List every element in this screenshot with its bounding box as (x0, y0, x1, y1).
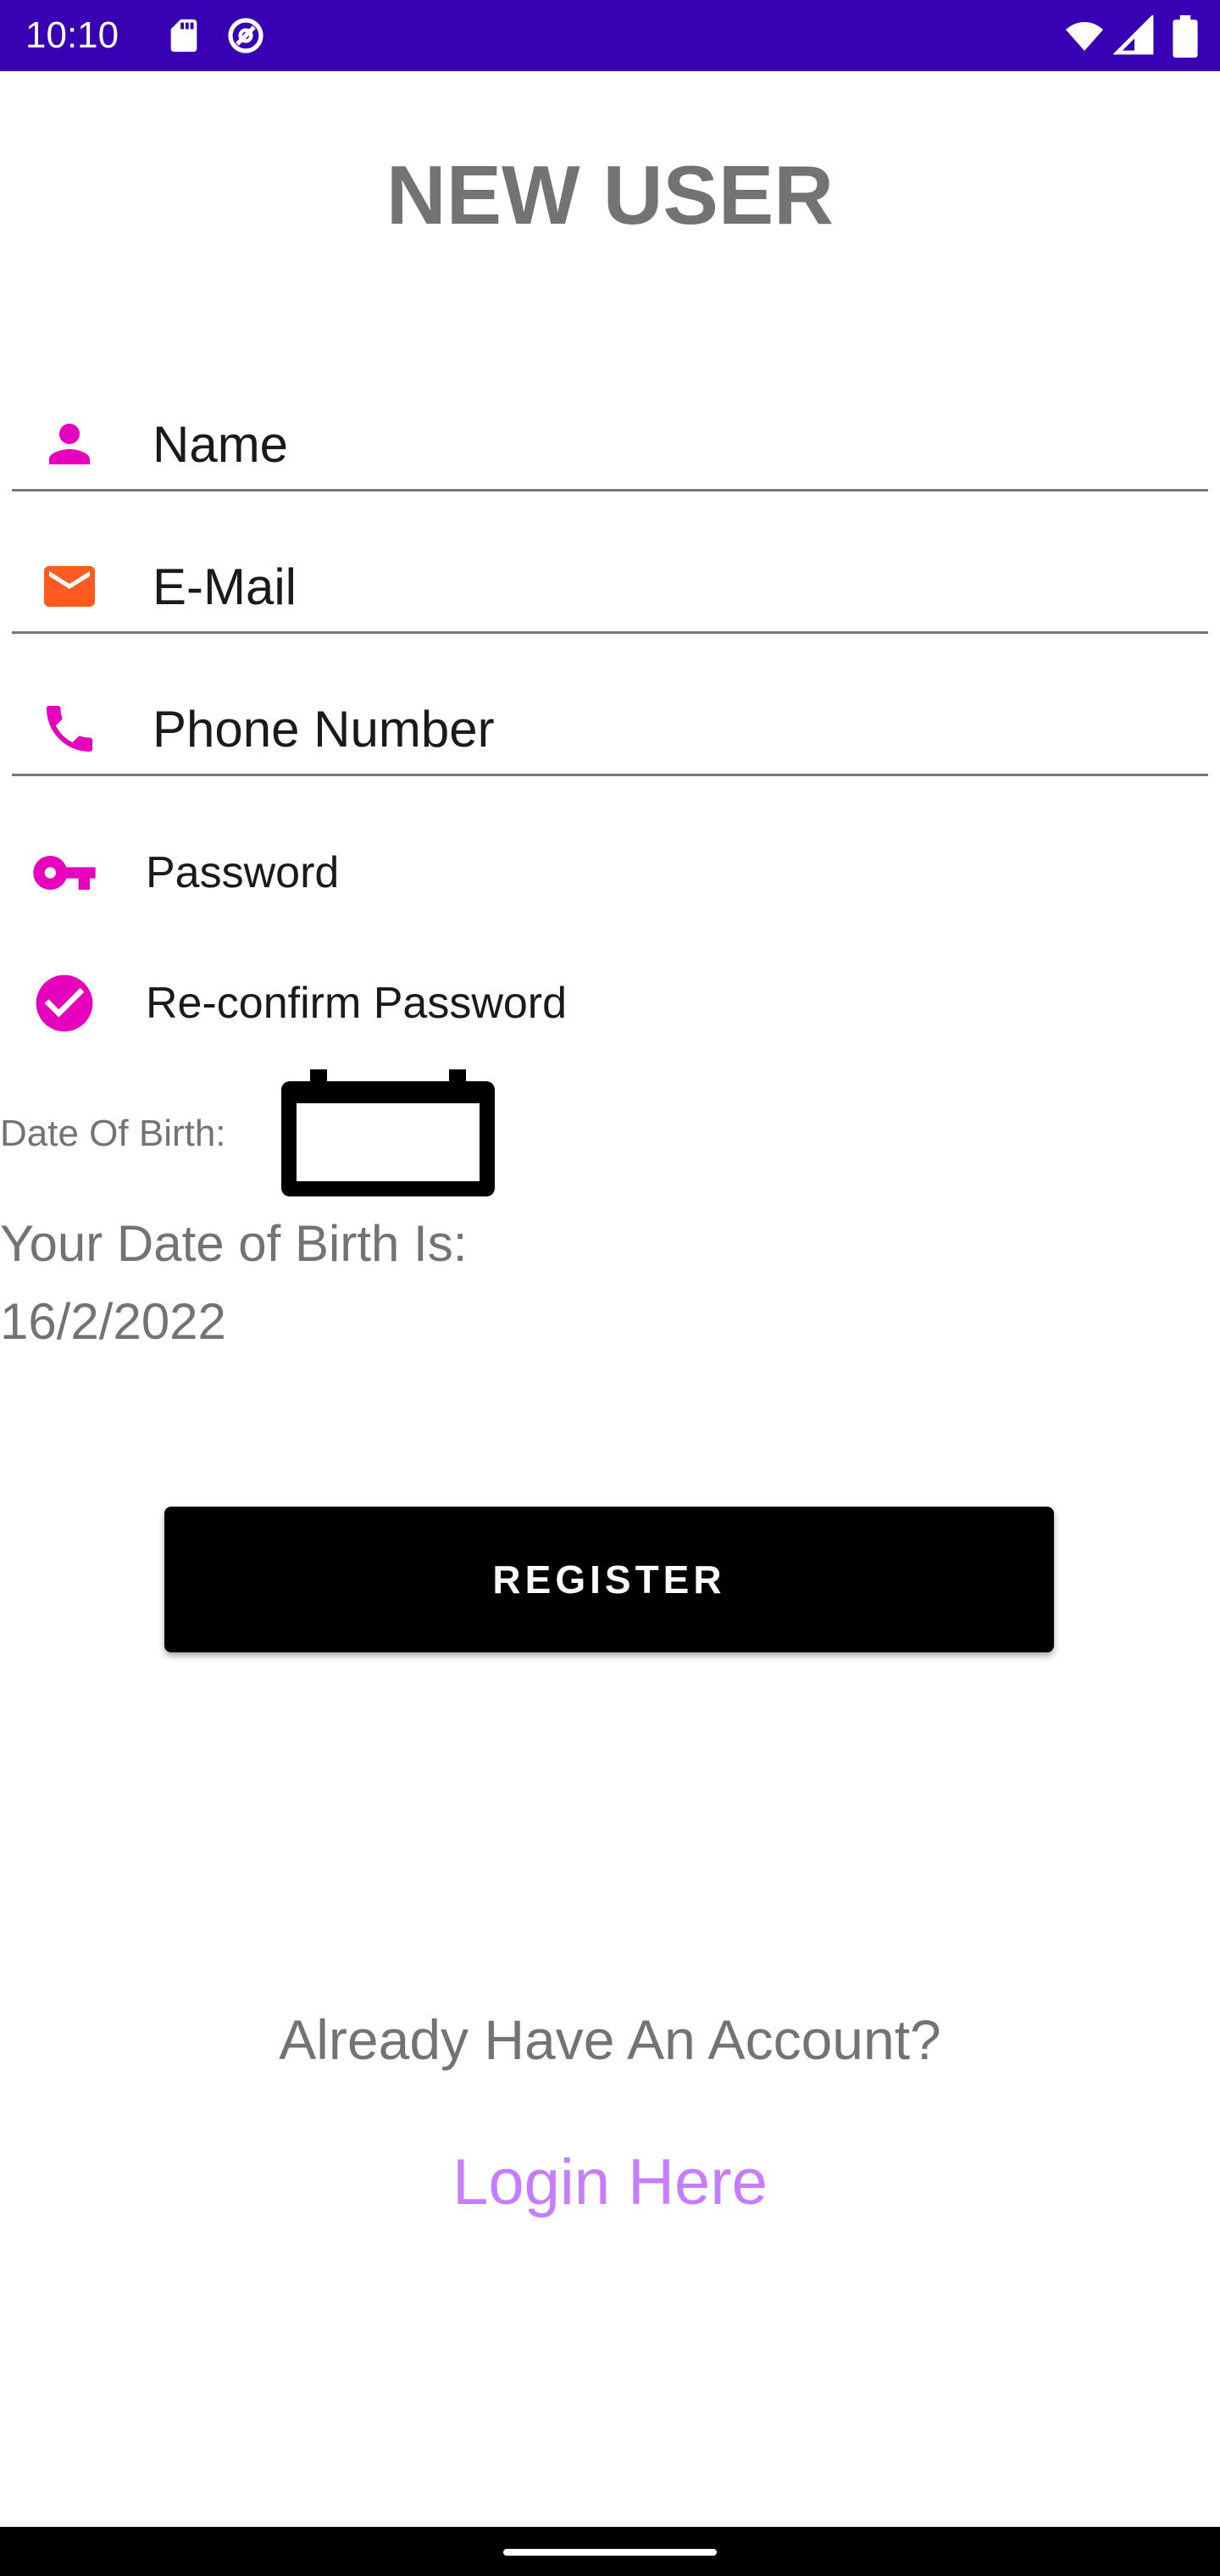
password-field[interactable]: Password (30, 827, 1200, 912)
phone-field[interactable]: Phone Number (12, 683, 1208, 776)
login-link[interactable]: Login Here (0, 2142, 1220, 2223)
battery-icon (1173, 15, 1198, 58)
confirm-password-field[interactable]: Re-confirm Password (30, 958, 1200, 1042)
dob-result-value: 16/2/2022 (0, 1293, 226, 1350)
dob-label: Date Of Birth: (0, 1113, 226, 1154)
home-handle[interactable] (503, 2549, 717, 2556)
phone-icon (47, 706, 92, 752)
person-icon (49, 424, 90, 464)
check-circle-icon (36, 974, 93, 1032)
status-bar: 10:10 (0, 0, 1220, 71)
navigation-bar (0, 2527, 1220, 2576)
dob-result-label: Your Date of Birth Is: (0, 1215, 468, 1272)
sd-card-icon (170, 19, 197, 53)
register-button[interactable]: REGISTER (164, 1507, 1054, 1652)
key-icon (33, 856, 96, 890)
account-prompt: Already Have An Account? (279, 2008, 941, 2071)
calendar-icon[interactable] (278, 1069, 498, 1200)
phone-field-underline (12, 774, 1208, 776)
dob-result: Your Date of Birth Is: 16/2/2022 (0, 1205, 593, 1361)
email-field-text: E-Mail (152, 558, 297, 615)
status-time: 10:10 (25, 14, 119, 56)
email-field[interactable]: E-Mail (12, 541, 1208, 634)
signal-icon (1113, 15, 1154, 55)
mail-icon (44, 566, 95, 607)
name-field-underline (12, 489, 1208, 491)
page-title: NEW USER (385, 148, 835, 242)
password-field-text: Password (146, 848, 340, 897)
email-field-underline (12, 631, 1208, 634)
no-disturb-icon (228, 18, 263, 53)
phone-field-text: Phone Number (152, 701, 495, 758)
confirm-password-field-text: Re-confirm Password (146, 979, 568, 1028)
wifi-icon (1066, 22, 1103, 51)
name-field-text: Name (152, 416, 289, 473)
name-field[interactable]: Name (12, 398, 1208, 491)
